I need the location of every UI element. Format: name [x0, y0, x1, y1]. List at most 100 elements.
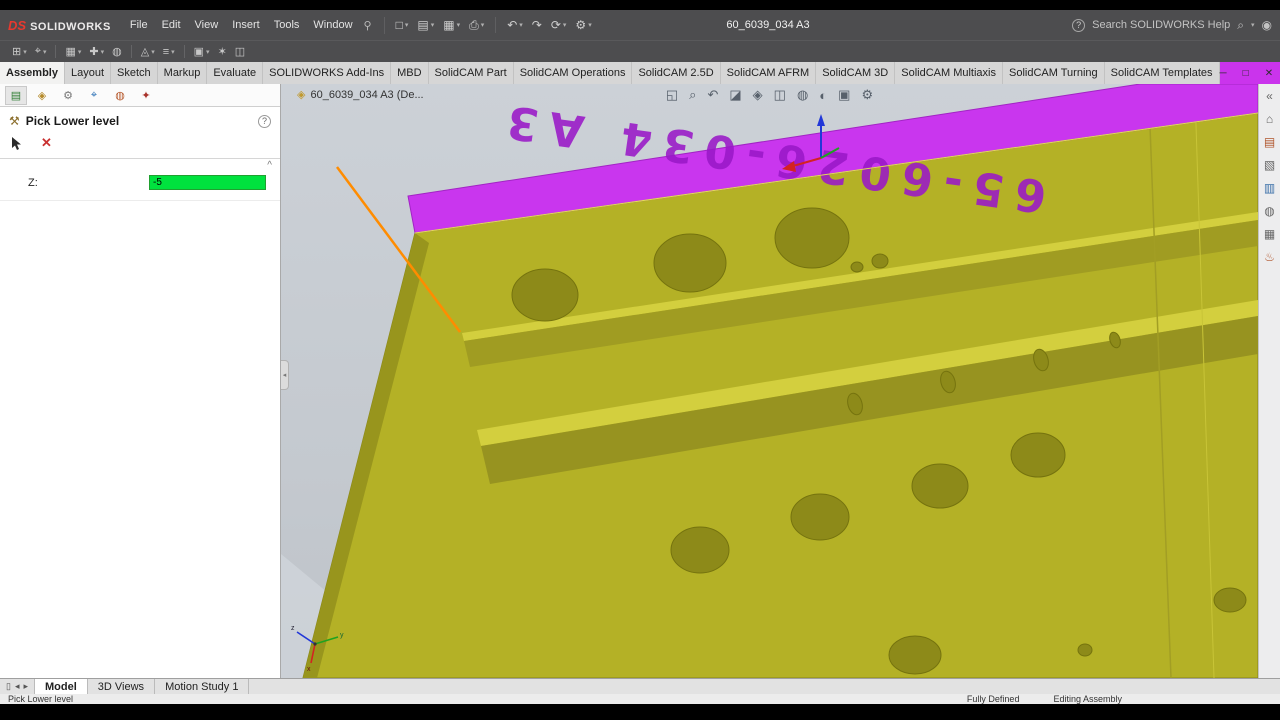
- dimxpert-manager-tab[interactable]: ⌖: [83, 86, 105, 105]
- apply-scene-icon[interactable]: ▣: [838, 87, 850, 103]
- design-library-icon[interactable]: ▤: [1264, 135, 1275, 149]
- zoom-area-icon[interactable]: ⌕: [689, 87, 696, 103]
- hide-show-icon[interactable]: ◍: [797, 87, 808, 103]
- bom-button[interactable]: ▣ ▾: [190, 44, 214, 59]
- hole[interactable]: [670, 526, 730, 574]
- menu-tools[interactable]: Tools: [267, 15, 307, 35]
- redo-button[interactable]: ↷: [529, 17, 545, 33]
- tab-motion-study-1[interactable]: Motion Study 1: [155, 679, 250, 694]
- tab-solidcam-25d[interactable]: SolidCAM 2.5D: [632, 62, 721, 84]
- caret-icon: ▾: [519, 22, 523, 29]
- panel-help-icon[interactable]: ?: [258, 114, 271, 128]
- hole[interactable]: [1213, 587, 1247, 613]
- open-button[interactable]: ▤ ▾: [414, 17, 437, 33]
- new-document-button[interactable]: □ ▾: [393, 17, 412, 33]
- hole[interactable]: [1010, 432, 1066, 478]
- move-component-button[interactable]: ✚ ▾: [85, 44, 108, 59]
- undo-button[interactable]: ↶ ▾: [504, 17, 526, 33]
- tab-solidcam-3d[interactable]: SolidCAM 3D: [816, 62, 896, 84]
- tab-3d-views[interactable]: 3D Views: [88, 679, 156, 694]
- help-icon[interactable]: ?: [1072, 18, 1086, 32]
- assembly-features-button[interactable]: ◬ ▾: [137, 44, 159, 59]
- solidworks-resources-icon[interactable]: ⌂: [1266, 112, 1273, 126]
- restore-window-icon[interactable]: □: [1243, 68, 1249, 79]
- print-button[interactable]: ⎙ ▾: [466, 17, 487, 34]
- view-orientation-icon[interactable]: ◈: [753, 87, 763, 103]
- tab-sketch[interactable]: Sketch: [111, 62, 158, 84]
- menu-view[interactable]: View: [188, 15, 226, 35]
- hole[interactable]: [774, 207, 850, 269]
- insert-components-button[interactable]: ⊞ ▾: [8, 44, 31, 59]
- cancel-button[interactable]: ✕: [41, 135, 52, 151]
- view-settings-icon[interactable]: ⚙: [861, 87, 873, 103]
- tab-solidcam-turning[interactable]: SolidCAM Turning: [1002, 62, 1105, 84]
- select-cursor-icon[interactable]: [10, 136, 23, 151]
- reference-geometry-button[interactable]: ≡ ▾: [159, 45, 179, 59]
- mate-button[interactable]: ⌖ ▾: [31, 44, 51, 59]
- user-icon[interactable]: ◉: [1262, 18, 1272, 32]
- tab-markup[interactable]: Markup: [157, 62, 208, 84]
- hole[interactable]: [888, 635, 942, 675]
- zoom-fit-icon[interactable]: ◱: [666, 87, 678, 103]
- rebuild-button[interactable]: ⟳ ▾: [548, 17, 570, 33]
- feature-manager-tab[interactable]: ▤: [5, 85, 27, 105]
- pattern-button[interactable]: ▦ ▾: [61, 44, 85, 59]
- hole[interactable]: [1077, 643, 1093, 657]
- previous-view-icon[interactable]: ↶: [707, 87, 718, 103]
- tab-layout[interactable]: Layout: [64, 62, 112, 84]
- hole[interactable]: [653, 233, 727, 293]
- tab-evaluate[interactable]: Evaluate: [207, 62, 264, 84]
- tab-solidcam-multiaxis[interactable]: SolidCAM Multiaxis: [895, 62, 1003, 84]
- menu-edit[interactable]: Edit: [155, 15, 188, 35]
- hole[interactable]: [871, 253, 889, 269]
- hole[interactable]: [850, 261, 864, 273]
- scroll-tabs-left-icon[interactable]: ◂: [15, 681, 20, 692]
- collapse-task-pane-icon[interactable]: «: [1266, 89, 1273, 103]
- minimize-window-icon[interactable]: ─: [1220, 68, 1227, 79]
- collapse-group-icon[interactable]: ^: [267, 160, 272, 171]
- close-window-icon[interactable]: ✕: [1265, 68, 1273, 79]
- menu-window[interactable]: Window: [306, 15, 359, 35]
- hole[interactable]: [790, 493, 850, 541]
- help-search-input[interactable]: Search SOLIDWORKS Help: [1092, 19, 1230, 31]
- search-icon[interactable]: ⌕: [1237, 18, 1244, 33]
- tab-solidcam-templates[interactable]: SolidCAM Templates: [1104, 62, 1220, 84]
- cam-manager-tab[interactable]: ✦: [135, 86, 157, 105]
- property-manager-tab[interactable]: ◈: [31, 86, 53, 105]
- tab-solidcam-operations[interactable]: SolidCAM Operations: [513, 62, 633, 84]
- tab-assembly[interactable]: Assembly: [0, 62, 65, 84]
- pin-menu-icon[interactable]: ⚲: [364, 19, 372, 32]
- exploded-view-button[interactable]: ✶: [214, 44, 231, 59]
- appearances-scenes-icon[interactable]: ◍: [1264, 204, 1274, 218]
- panel-splitter-handle[interactable]: ◂: [281, 360, 289, 390]
- save-button[interactable]: ▦ ▾: [440, 17, 463, 33]
- window-split-icon[interactable]: ▯: [6, 681, 11, 692]
- custom-properties-icon[interactable]: ▦: [1264, 227, 1275, 241]
- tab-solidcam-afrm[interactable]: SolidCAM AFRM: [720, 62, 817, 84]
- configuration-manager-tab[interactable]: ⚙: [57, 86, 79, 105]
- smart-fasteners-button[interactable]: ◫: [231, 44, 249, 59]
- hole[interactable]: [511, 268, 579, 322]
- view-palette-icon[interactable]: ▥: [1264, 181, 1275, 195]
- z-lower-level-input[interactable]: [149, 175, 266, 190]
- breadcrumb[interactable]: ◈ 60_6039_034 A3 (De...: [297, 88, 424, 102]
- display-style-icon[interactable]: ◫: [774, 87, 786, 103]
- tab-mbd[interactable]: MBD: [391, 62, 429, 84]
- scroll-tabs-right-icon[interactable]: ▸: [23, 681, 28, 692]
- show-hidden-button[interactable]: ◍: [108, 44, 126, 59]
- file-explorer-icon[interactable]: ▧: [1264, 158, 1275, 172]
- display-manager-tab[interactable]: ◍: [109, 86, 131, 105]
- options-button[interactable]: ⚙ ▾: [572, 17, 594, 33]
- section-view-icon[interactable]: ◪: [729, 87, 741, 103]
- tab-solidworks-add-ins[interactable]: SOLIDWORKS Add-Ins: [263, 62, 392, 84]
- tab-solidcam-part[interactable]: SolidCAM Part: [428, 62, 514, 84]
- solidcam-task-icon[interactable]: ♨: [1264, 250, 1275, 264]
- edit-appearance-icon[interactable]: ◐: [819, 88, 827, 103]
- model-canvas[interactable]: 65-6026-034 A3 z y x: [281, 84, 1258, 678]
- search-caret-icon[interactable]: ▾: [1251, 21, 1255, 29]
- menu-file[interactable]: File: [123, 15, 155, 35]
- graphics-viewport[interactable]: ◈ 60_6039_034 A3 (De... ◱ ⌕ ↶ ◪ ◈ ◫ ◍ ◐ …: [281, 84, 1258, 678]
- tab-model[interactable]: Model: [35, 679, 88, 694]
- hole[interactable]: [911, 463, 969, 509]
- menu-insert[interactable]: Insert: [225, 15, 267, 35]
